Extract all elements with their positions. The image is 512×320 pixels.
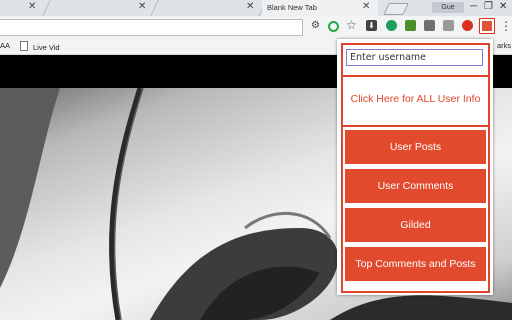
extension-popup: Click Here for ALL User Info User Posts … (337, 39, 493, 295)
extension-logo-icon (482, 21, 492, 31)
bookmark-item[interactable]: Live Vid (20, 41, 60, 52)
tab-separator (42, 0, 51, 16)
close-icon[interactable]: ✕ (246, 2, 254, 12)
red-circle-extension-icon[interactable] (462, 20, 473, 31)
close-icon[interactable]: ✕ (28, 2, 36, 12)
new-tab-button[interactable] (383, 3, 409, 15)
tab-strip: ✕ ✕ ✕ Blank New Tab ✕ Gue ─ ❐ ✕ (0, 0, 512, 16)
browser-tab[interactable]: ✕ (160, 0, 260, 16)
maximize-button[interactable]: ❐ (484, 1, 493, 13)
gilded-button[interactable]: Gilded (345, 208, 486, 242)
cs-extension-icon[interactable]: ⚙ (310, 20, 321, 31)
divider (343, 125, 488, 127)
close-window-button[interactable]: ✕ (499, 1, 507, 13)
browser-toolbar: ⚙ ☆ ⬇ ⋮ (0, 16, 512, 38)
other-bookmarks[interactable]: arks (497, 41, 511, 50)
user-comments-button[interactable]: User Comments (345, 169, 486, 203)
green-ring-extension-icon[interactable] (328, 21, 339, 32)
page-icon (20, 41, 28, 51)
browser-tab[interactable]: ✕ (0, 0, 40, 16)
user-posts-button[interactable]: User Posts (345, 130, 486, 164)
green-dot-extension-icon[interactable] (386, 20, 397, 31)
popup-frame: Click Here for ALL User Info User Posts … (341, 43, 490, 293)
bookmark-star-icon[interactable]: ☆ (346, 19, 357, 31)
bookmark-item[interactable]: AA (0, 41, 10, 50)
extension-icon[interactable] (405, 20, 416, 31)
top-comments-posts-button[interactable]: Top Comments and Posts (345, 247, 486, 281)
browser-tab[interactable]: ✕ (52, 0, 152, 16)
minimize-button[interactable]: ─ (470, 1, 477, 13)
extension-icon[interactable] (443, 20, 454, 31)
extension-icon[interactable] (424, 20, 435, 31)
close-icon[interactable]: ✕ (138, 2, 146, 12)
close-icon[interactable]: ✕ (362, 2, 370, 12)
guest-profile-button[interactable]: Gue (432, 2, 464, 13)
browser-tab-active[interactable]: Blank New Tab ✕ (262, 0, 378, 16)
username-input[interactable] (346, 49, 483, 66)
address-bar[interactable] (0, 19, 303, 36)
all-user-info-link[interactable]: Click Here for ALL User Info (349, 93, 482, 105)
download-extension-icon[interactable]: ⬇ (366, 20, 377, 31)
menu-icon[interactable]: ⋮ (500, 19, 512, 33)
reddit-user-info-extension-icon[interactable] (479, 18, 495, 34)
tab-title: Blank New Tab (267, 3, 317, 12)
divider (343, 75, 488, 77)
